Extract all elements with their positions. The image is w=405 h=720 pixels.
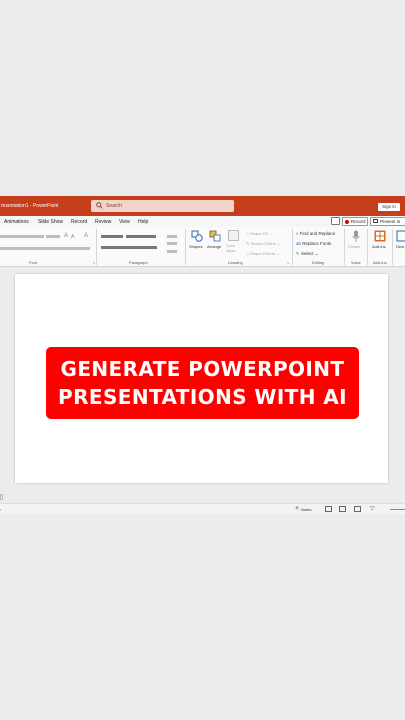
status-left-indicator: › — [0, 507, 2, 512]
slide-sorter-icon[interactable] — [339, 506, 346, 512]
group-label-editing: Editing — [312, 260, 325, 265]
group-label-add-ins: Add-ins — [373, 260, 387, 265]
replace-fonts-label: Replace Fonts — [302, 241, 332, 246]
search-placeholder: Search — [106, 203, 122, 209]
designer-label: Desi — [396, 244, 405, 249]
quick-styles-icon[interactable] — [228, 230, 239, 241]
microphone-icon[interactable] — [351, 230, 361, 243]
shape-fill-button[interactable]: ◇ Shape Fill ⌄ — [246, 231, 272, 236]
find-replace-button[interactable]: ⌕ Find and Replace — [296, 231, 335, 236]
separator — [185, 229, 186, 265]
tab-slide-show[interactable]: Slide Show — [38, 219, 63, 225]
indent-icon[interactable] — [126, 235, 156, 238]
shapes-icon[interactable] — [191, 230, 203, 242]
notes-icon[interactable]: ≙ — [295, 506, 299, 512]
grow-font-icon[interactable]: A — [64, 233, 68, 239]
align-icons[interactable] — [101, 246, 157, 249]
designer-icon[interactable] — [396, 230, 405, 242]
notes-button[interactable]: Notes — [301, 507, 311, 512]
clear-format-icon[interactable]: A — [84, 233, 88, 239]
separator — [292, 229, 293, 265]
font-name-box[interactable] — [0, 235, 44, 238]
shape-outline-label: Shape Outline — [250, 241, 276, 246]
find-icon: ⌕ — [296, 231, 299, 236]
sign-in-button[interactable]: Sign in — [378, 203, 400, 211]
tab-record[interactable]: Record — [71, 219, 87, 225]
shape-outline-button[interactable]: ✎ Shape Outline ⌄ — [246, 241, 280, 246]
normal-view-icon[interactable] — [325, 506, 332, 512]
tab-animations[interactable]: Animations — [4, 219, 29, 225]
comment-icon[interactable] — [331, 217, 340, 225]
window-title: resentation1 - PowerPoint — [1, 203, 59, 209]
group-label-paragraph: Paragraph — [129, 260, 148, 265]
banner-line-1: GENERATE POWERPOINT — [60, 357, 345, 381]
shape-fill-label: Shape Fill — [250, 231, 268, 236]
replace-icon: ab — [296, 241, 302, 246]
tab-help[interactable]: Help — [138, 219, 148, 225]
reading-view-icon[interactable] — [354, 506, 361, 512]
text-direction-icon[interactable] — [167, 235, 177, 238]
group-label-voice: Voice — [351, 260, 361, 265]
zoom-slider[interactable] — [390, 509, 405, 510]
smartart-icon[interactable] — [167, 250, 177, 253]
separator — [367, 229, 368, 265]
shrink-font-icon[interactable]: A — [71, 234, 74, 240]
search-icon — [96, 202, 103, 209]
select-button[interactable]: ↖ Select ⌄ — [296, 251, 319, 257]
find-replace-label: Find and Replace — [299, 231, 336, 236]
font-size-box[interactable] — [46, 235, 60, 238]
separator — [344, 229, 345, 265]
arrange-icon[interactable] — [209, 230, 221, 242]
add-ins-label: Add-ins — [372, 244, 386, 249]
group-label-font: Font — [29, 260, 38, 265]
shapes-label: Shapes — [189, 244, 203, 249]
arrange-label: Arrange — [207, 244, 222, 249]
tab-review[interactable]: Review — [95, 219, 111, 225]
add-ins-icon[interactable] — [374, 230, 386, 242]
present-icon — [373, 219, 378, 223]
shape-effects-button[interactable]: ◇ Shape Effects ⌄ — [246, 251, 280, 256]
shape-effects-label: Shape Effects — [250, 251, 276, 256]
bullets-icon[interactable] — [101, 235, 123, 238]
tab-view[interactable]: View — [119, 219, 130, 225]
banner-line-2: PRESENTATIONS WITH AI — [58, 385, 347, 409]
separator — [96, 229, 97, 265]
align-text-icon[interactable] — [167, 242, 177, 245]
quick-styles-label: Quick Styles — [226, 244, 236, 253]
select-label: Select — [301, 251, 314, 256]
replace-fonts-button[interactable]: ab Replace Fonts — [296, 241, 331, 246]
group-label-drawing: Drawing — [228, 260, 243, 265]
select-icon: ↖ — [296, 251, 300, 256]
font-launcher-icon[interactable]: ↘ — [92, 260, 95, 265]
drawing-launcher-icon[interactable]: ↘ — [286, 260, 289, 265]
thumbnail-pane-edge[interactable] — [0, 494, 3, 500]
record-dot-icon — [345, 220, 349, 224]
font-format-buttons[interactable] — [0, 247, 90, 250]
dictate-label: Dictate — [348, 244, 361, 249]
slideshow-icon[interactable]: ▽ — [370, 505, 375, 512]
separator — [392, 229, 393, 265]
